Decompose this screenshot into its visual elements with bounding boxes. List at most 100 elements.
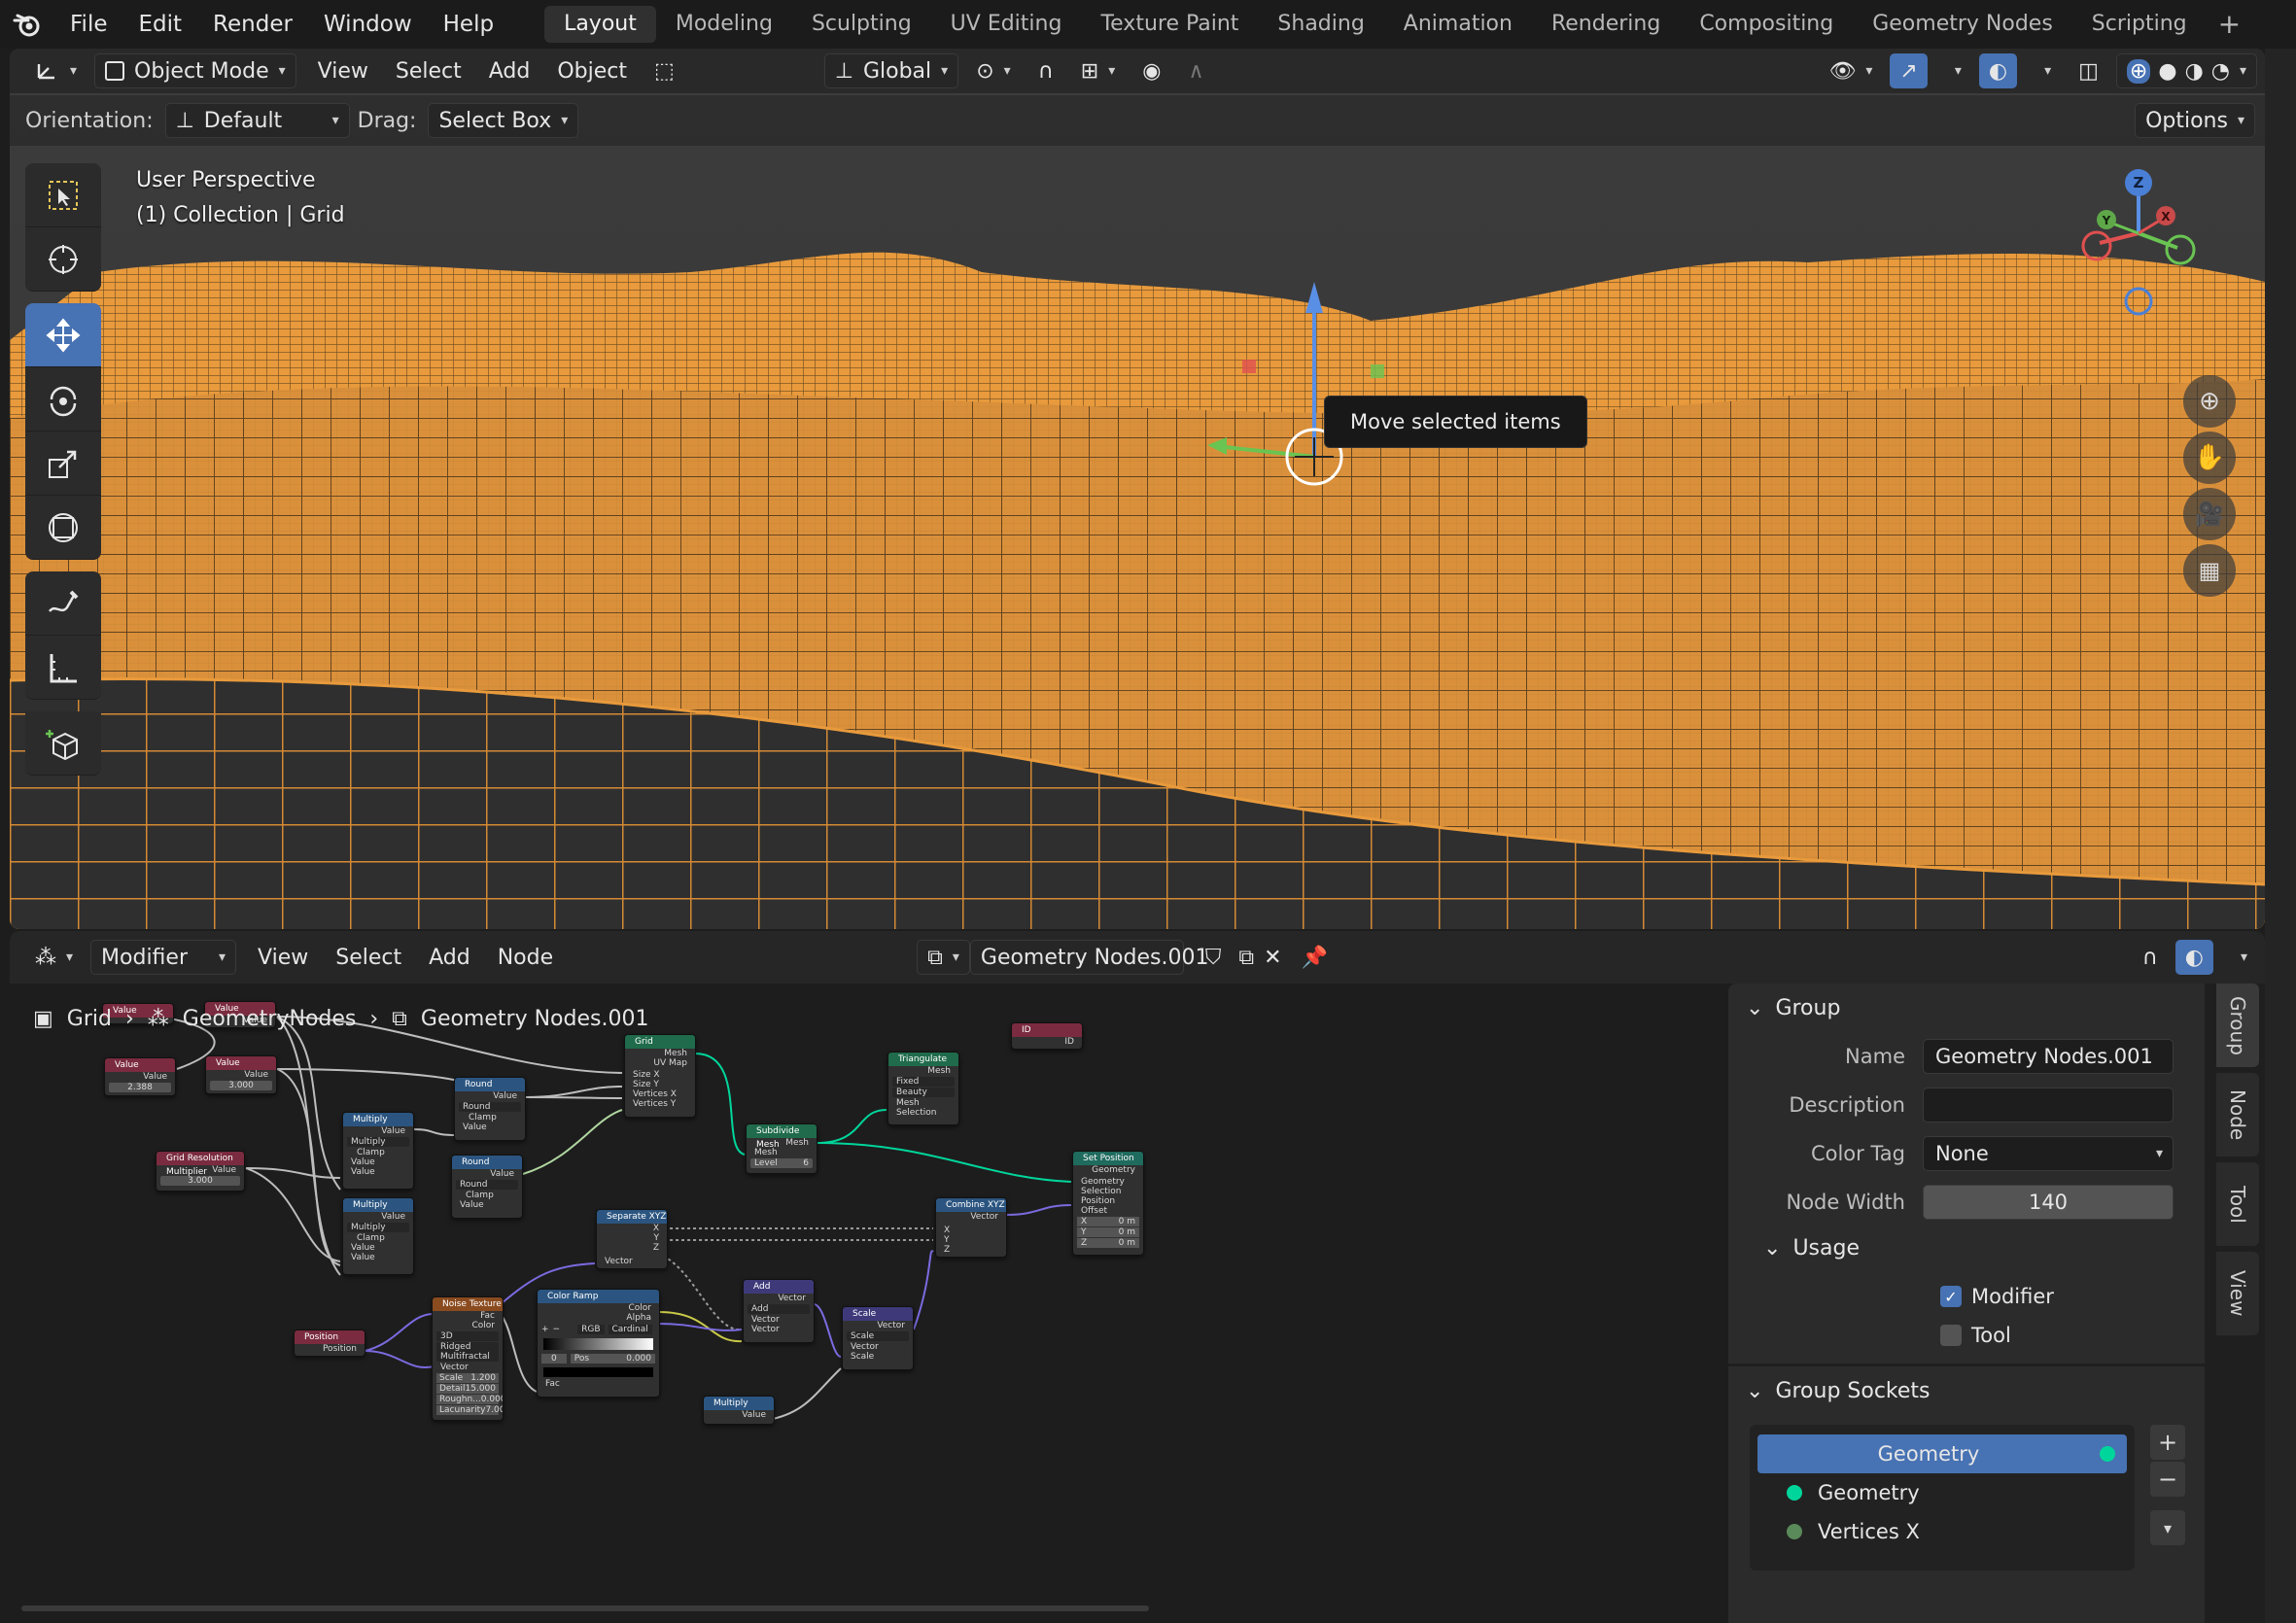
node-menu-select[interactable]: Select [322,946,415,970]
node-value-2[interactable]: Value Value 3.000 [205,1055,277,1094]
node-operation-dropdown[interactable]: Add [748,1304,810,1314]
node-clamp-checkbox[interactable]: Clamp [343,1148,413,1157]
node-operation-dropdown[interactable]: Multiply [347,1137,409,1147]
node-round-2[interactable]: Round Value Round Clamp Value [451,1155,523,1219]
node-value-field[interactable]: 2.388 [109,1083,171,1092]
visibility-dropdown[interactable]: 👁 ▾ [1819,53,1882,88]
proportional-edit-toggle[interactable]: ◉ [1132,53,1170,88]
node-quad-method-dropdown[interactable]: Fixed [892,1077,955,1087]
sidebar-tab-group[interactable]: Group [2216,984,2259,1067]
tab-texture-paint[interactable]: Texture Paint [1081,6,1258,43]
breadcrumb-tree[interactable]: Geometry Nodes.001 [421,1007,649,1031]
node-noise-texture[interactable]: Noise Texture Fac Color 3D Ridged Multif… [432,1296,504,1421]
tool-checkbox-row[interactable]: Tool [1728,1316,2205,1355]
mode-dropdown[interactable]: Object Mode ▾ [94,53,296,88]
tab-animation[interactable]: Animation [1384,6,1532,43]
drag-dropdown[interactable]: Select Box ▾ [428,103,579,138]
gizmo-dropdown[interactable]: ▾ [1935,53,1971,88]
zoom-button[interactable]: ⊕ [2183,375,2236,428]
editor-type-button[interactable]: ▾ [25,53,87,88]
wireframe-shading-icon[interactable]: ⊕ [2126,58,2151,84]
modifier-checkbox-row[interactable]: ✓ Modifier [1728,1277,2205,1316]
socket-menu-button[interactable]: ▾ [2150,1510,2185,1545]
tab-layout[interactable]: Layout [544,6,656,43]
node-clamp-checkbox[interactable]: Clamp [343,1233,413,1243]
offset-x-field[interactable]: X 0 m [1077,1217,1139,1226]
add-cube-tool[interactable] [25,711,101,776]
cursor-tool[interactable] [25,227,101,292]
node-operation-dropdown[interactable]: Round [456,1180,518,1190]
interpolation-dropdown[interactable]: Cardinal [608,1325,652,1334]
transform-tool[interactable] [25,496,101,560]
geometry-node-type-dropdown[interactable]: Modifier ▾ [90,940,237,975]
node-vector-add[interactable]: Add Vector Add Vector Vector [743,1279,815,1343]
group-section-header[interactable]: ⌄ Group [1728,984,2205,1032]
socket-item[interactable]: Vertices X [1757,1512,2127,1551]
node-level-field[interactable]: Level 6 [750,1158,813,1168]
move-tool[interactable] [25,303,101,367]
node-triangulate[interactable]: Triangulate Mesh Fixed Beauty Mesh Selec… [887,1052,959,1125]
material-shading-icon[interactable]: ◑ [2185,59,2204,84]
modifier-checkbox[interactable]: ✓ [1940,1286,1962,1307]
node-value-field[interactable]: 3.000 [210,1081,272,1090]
snap-toggle[interactable]: ∩ [1028,53,1063,88]
node-operation-dropdown[interactable]: Multiply [347,1223,409,1232]
node-separate-xyz[interactable]: Separate XYZ X Y Z Vector [596,1209,668,1269]
group-sockets-header[interactable]: ⌄ Group Sockets [1728,1366,2205,1415]
lacunarity-field[interactable]: Lacunarity7.000 [436,1405,503,1415]
node-value-1[interactable]: Value Value 2.388 [104,1057,176,1096]
node-snap-toggle[interactable]: ∩ [2133,940,2168,975]
falloff-dropdown[interactable]: ∧ [1178,53,1213,88]
annotate-tool[interactable] [25,571,101,636]
tab-sculpting[interactable]: Sculpting [792,6,931,43]
color-mode-dropdown[interactable]: RGB [577,1325,605,1334]
stop-color-swatch[interactable] [543,1367,653,1377]
node-clamp-checkbox[interactable]: Clamp [455,1113,525,1122]
node-tree-name-field[interactable]: Geometry Nodes.001 [969,940,1208,975]
node-editor-type-button[interactable]: ⁂ ▾ [25,940,83,975]
node-overlay-dropdown[interactable]: ▾ [2221,940,2257,975]
socket-item-selected[interactable]: Geometry [1757,1434,2127,1473]
shading-modes[interactable]: ⊕ ● ◑ ◔ ▾ [2115,53,2257,88]
usage-section-header[interactable]: ⌄ Usage [1728,1226,2205,1269]
select-box-tool[interactable] [25,163,101,227]
node-noise-type-dropdown[interactable]: Ridged Multifractal [436,1342,499,1362]
add-socket-button[interactable]: + [2150,1425,2185,1460]
node-combine-xyz[interactable]: Combine XYZ Vector X Y Z [935,1197,1007,1258]
sidebar-tab-tool[interactable]: Tool [2216,1162,2259,1246]
detail-field[interactable]: Detail 15.000 [436,1384,499,1394]
node-width-field[interactable]: 140 [1923,1185,2174,1220]
node-id[interactable]: ID ID [1011,1022,1083,1050]
tab-modeling[interactable]: Modeling [656,6,792,43]
fake-user-icon[interactable]: ⛉ [1192,946,1235,970]
node-editor-scrollbar[interactable] [21,1606,1149,1611]
node-menu-view[interactable]: View [244,946,322,970]
menu-window[interactable]: Window [308,0,428,49]
node-round-1[interactable]: Round Value Round Clamp Value [454,1077,526,1141]
tab-uv-editing[interactable]: UV Editing [931,6,1082,43]
menu-select[interactable]: Select [382,59,475,84]
sidebar-tab-node[interactable]: Node [2216,1073,2259,1157]
breadcrumb-object[interactable]: Grid [67,1007,112,1031]
add-stop-icon[interactable]: + [541,1325,549,1334]
menu-render[interactable]: Render [197,0,308,49]
pivot-point-dropdown[interactable]: ⊙ ▾ [966,53,1020,88]
node-color-ramp[interactable]: Color Ramp Color Alpha + − RGB Cardinal … [537,1289,660,1398]
tool-checkbox[interactable] [1940,1325,1962,1346]
gizmo-toggle[interactable]: ↗ [1890,53,1928,88]
node-subdivide-mesh[interactable]: Subdivide Mesh Mesh Mesh Level 6 [746,1123,818,1174]
tab-geometry-nodes[interactable]: Geometry Nodes [1853,6,2072,43]
overlay-toggle[interactable]: ◐ [1978,53,2018,88]
node-multiply-3[interactable]: Multiply Value [703,1396,775,1425]
sidebar-tab-view[interactable]: View [2216,1252,2259,1335]
pan-button[interactable]: ✋ [2183,432,2236,484]
node-operation-dropdown[interactable]: Scale [847,1331,909,1341]
node-multiply-2[interactable]: Multiply Value Multiply Clamp Value Valu… [342,1197,414,1275]
remove-socket-button[interactable]: − [2150,1462,2185,1497]
node-multiply-1[interactable]: Multiply Value Multiply Clamp Value Valu… [342,1112,414,1190]
node-tree-browse[interactable]: ⧉ ▾ [917,940,970,975]
xray-toggle[interactable]: ◫ [2069,53,2108,88]
color-tag-dropdown[interactable]: None ▾ [1923,1136,2174,1171]
menu-object[interactable]: Object [543,59,641,84]
snap-menu-icon[interactable]: ⬚ [641,59,688,84]
